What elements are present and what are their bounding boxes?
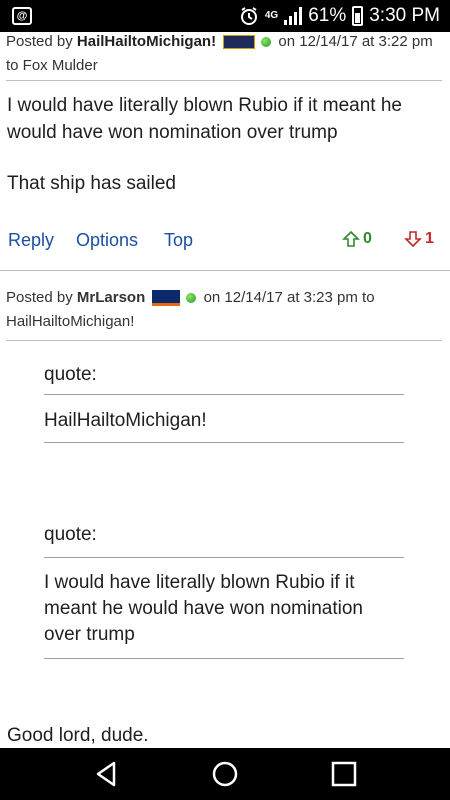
online-status-icon [261, 37, 272, 48]
post-body: I would have literally blown Rubio if it… [7, 95, 402, 143]
recents-icon[interactable] [328, 758, 360, 790]
divider [6, 80, 442, 81]
quote-divider [44, 658, 404, 659]
options-button[interactable]: Options [76, 230, 138, 251]
quote-text: I would have literally blown Rubio if it… [44, 572, 363, 645]
at-sign-icon: @ [12, 7, 32, 25]
posted-by-label: Posted by [6, 289, 73, 306]
reply-to: to Fox Mulder [6, 57, 98, 74]
post-body: Good lord, dude. [7, 725, 149, 746]
signal-icon [284, 7, 303, 25]
team-logo-icon [223, 35, 256, 50]
online-status-icon [186, 293, 197, 304]
quote-label: quote: [44, 524, 97, 545]
upvote-count: 0 [363, 230, 372, 247]
team-logo-icon [152, 290, 181, 307]
arrow-up-icon [342, 230, 360, 247]
network-type: 4G [264, 10, 279, 21]
quote-divider [44, 557, 404, 558]
status-indicators: 4G 61% 3:30 PM [239, 0, 440, 32]
battery-percent: 61% [308, 5, 347, 26]
battery-icon [352, 6, 364, 26]
quote-divider [44, 442, 404, 443]
quote-divider [44, 394, 404, 395]
back-icon[interactable] [90, 758, 122, 790]
downvote-count: 1 [425, 230, 434, 247]
post-header: Posted by MrLarson on 12/14/17 at 3:23 p… [6, 286, 446, 334]
arrow-down-icon [404, 231, 422, 248]
quote-text: HailHailtoMichigan! [44, 410, 207, 431]
divider [6, 340, 442, 341]
author-link[interactable]: HailHailtoMichigan! [77, 33, 216, 50]
post-body-line: That ship has sailed [7, 173, 176, 194]
clock: 3:30 PM [369, 5, 440, 26]
quote-label: quote: [44, 364, 97, 385]
upvote-button[interactable]: 0 [342, 230, 372, 248]
post-date: on 12/14/17 at 3:23 pm to [203, 289, 375, 306]
navigation-bar [0, 748, 450, 800]
author-link[interactable]: MrLarson [77, 289, 145, 306]
reply-button[interactable]: Reply [8, 230, 54, 251]
downvote-button[interactable]: 1 [404, 230, 434, 248]
alarm-icon [240, 7, 257, 25]
posted-by-label: Posted by [6, 33, 73, 50]
top-button[interactable]: Top [164, 230, 193, 251]
post-actions: Reply Options Top 0 1 [8, 230, 438, 256]
post-separator [0, 270, 450, 271]
reply-to[interactable]: HailHailtoMichigan! [6, 313, 134, 330]
post-date: on 12/14/17 at 3:22 pm [278, 33, 433, 50]
status-bar: @ 4G 61% 3:30 PM [0, 0, 450, 32]
home-icon[interactable] [209, 758, 241, 790]
post-header: Posted by HailHailtoMichigan! on 12/14/1… [6, 30, 442, 78]
